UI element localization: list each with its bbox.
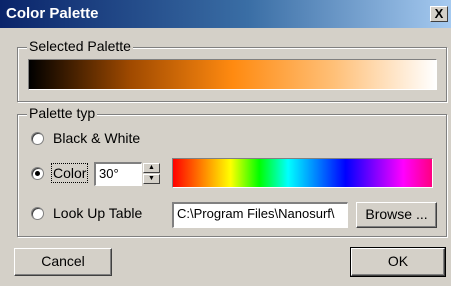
angle-input[interactable]: 30° [94, 162, 142, 186]
close-icon: X [434, 6, 444, 21]
window-title: Color Palette [6, 5, 99, 22]
color-spectrum-preview [172, 158, 433, 188]
cancel-button-label: Cancel [41, 253, 85, 269]
ok-button-label: OK [387, 253, 409, 269]
radio-look-up-table-label: Look Up Table [53, 205, 143, 221]
browse-button-label: Browse ... [365, 206, 428, 222]
radio-color-circle[interactable] [31, 167, 44, 180]
ok-button[interactable]: OK [350, 247, 446, 277]
palette-type-label: Palette typ [27, 105, 98, 121]
angle-spin-down-button[interactable]: ▼ [143, 174, 160, 184]
selected-palette-preview [28, 59, 437, 90]
angle-spin-up-button[interactable]: ▲ [143, 163, 160, 173]
close-button[interactable]: X [430, 6, 448, 22]
radio-black-white-label: Black & White [53, 130, 141, 146]
radio-color-label: Color [50, 163, 89, 183]
radio-look-up-table-circle[interactable] [31, 207, 44, 220]
lut-path-input[interactable]: C:\Program Files\Nanosurf\ [172, 202, 348, 228]
spin-up-icon: ▲ [148, 164, 155, 171]
browse-button[interactable]: Browse ... [356, 202, 437, 228]
selected-palette-label: Selected Palette [27, 38, 133, 54]
cancel-button[interactable]: Cancel [14, 248, 112, 276]
title-bar: Color Palette X [0, 0, 451, 28]
spin-down-icon: ▼ [148, 175, 155, 182]
radio-black-white-circle[interactable] [31, 132, 44, 145]
